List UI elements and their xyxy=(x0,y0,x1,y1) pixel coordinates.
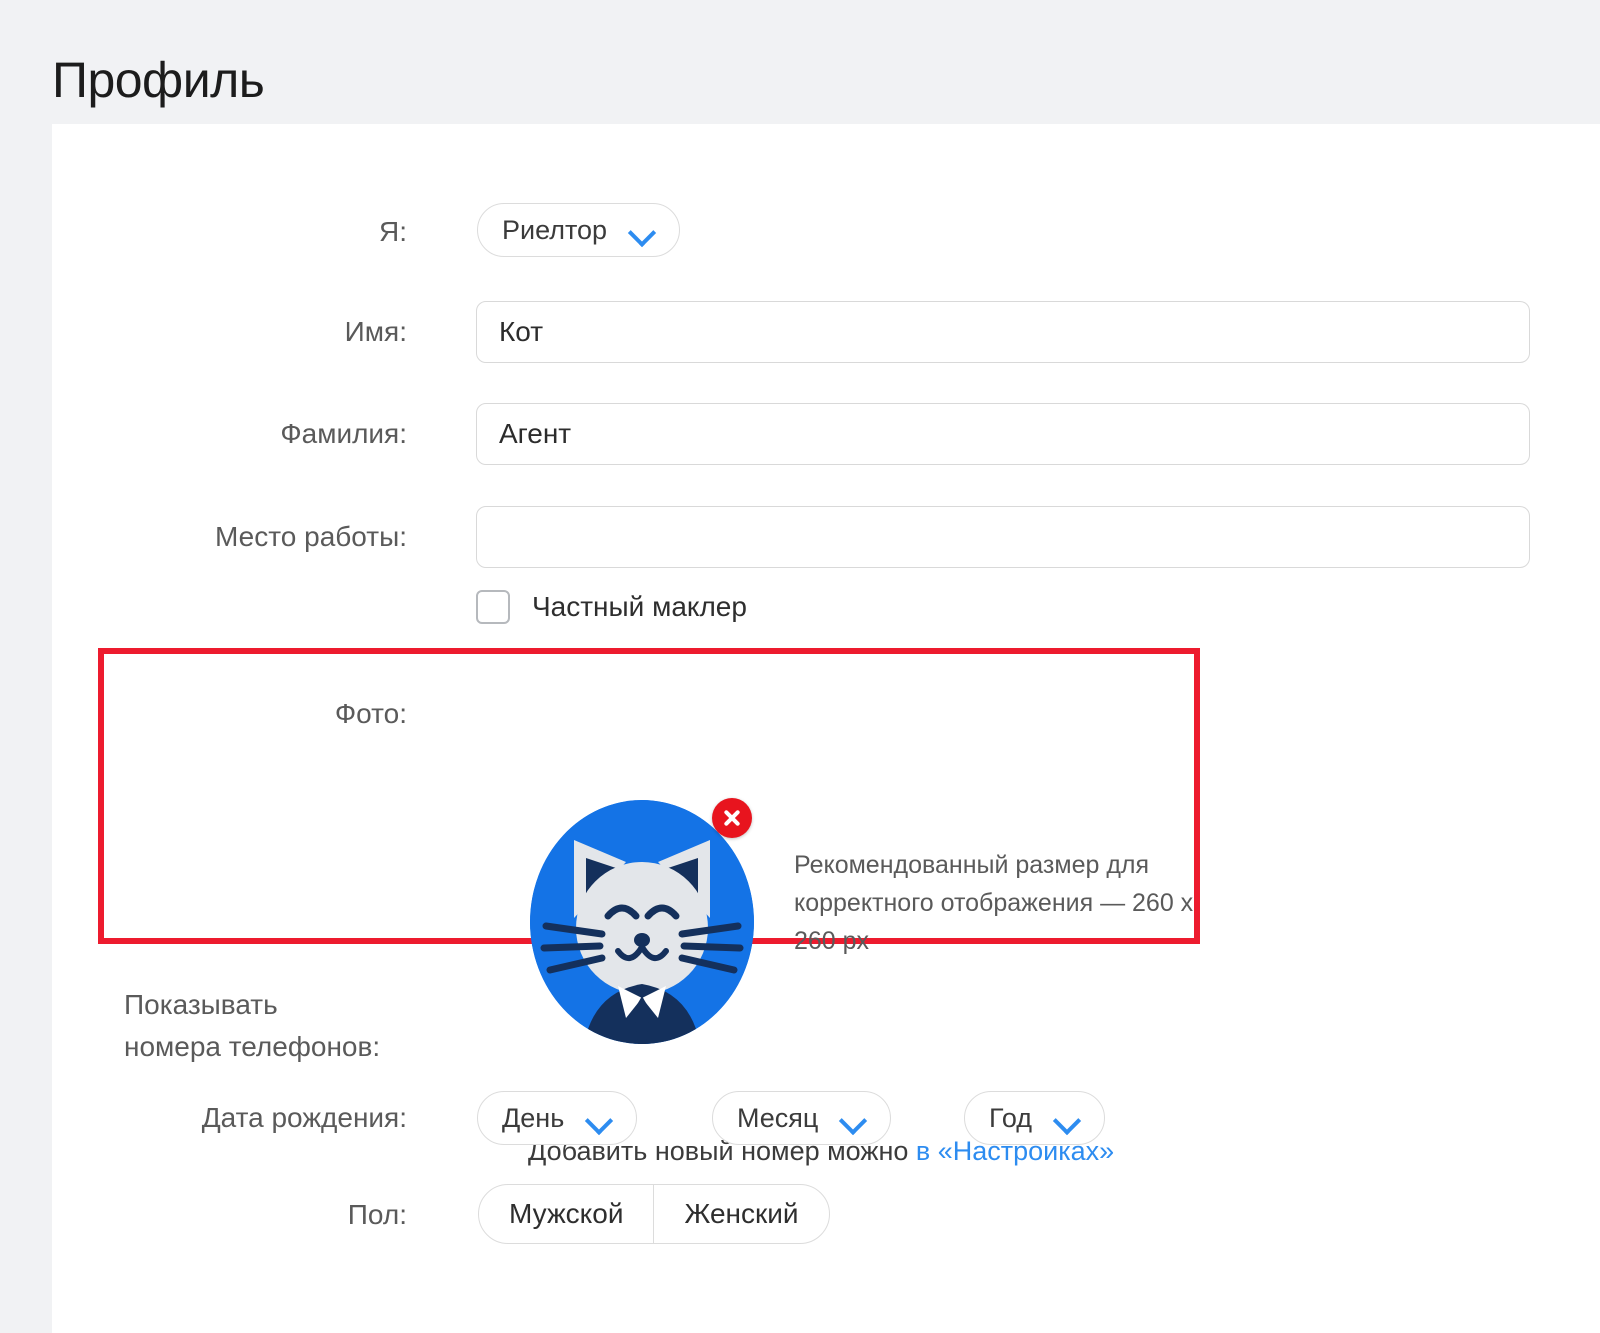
cat-avatar[interactable] xyxy=(530,800,754,1044)
first-name-input[interactable] xyxy=(476,301,1530,363)
workplace-label: Место работы: xyxy=(52,519,407,555)
chevron-down-icon xyxy=(629,223,655,238)
last-name-input[interactable] xyxy=(476,403,1530,465)
birth-day-dropdown[interactable]: День xyxy=(477,1091,637,1145)
birth-year-value: Год xyxy=(989,1103,1032,1134)
gender-segmented-control[interactable]: Мужской Женский xyxy=(478,1184,830,1244)
birth-month-dropdown[interactable]: Месяц xyxy=(712,1091,891,1145)
private-broker-checkbox[interactable] xyxy=(476,590,510,624)
chevron-down-icon xyxy=(586,1111,612,1126)
birthdate-label: Дата рождения: xyxy=(52,1100,407,1136)
gender-option-male[interactable]: Мужской xyxy=(479,1185,653,1243)
last-name-label: Фамилия: xyxy=(52,416,407,452)
birth-year-dropdown[interactable]: Год xyxy=(964,1091,1105,1145)
role-label: Я: xyxy=(52,214,407,250)
role-dropdown-value: Риелтор xyxy=(502,215,607,246)
private-broker-checkbox-row[interactable]: Частный маклер xyxy=(476,590,747,624)
workplace-input[interactable] xyxy=(476,506,1530,568)
birth-day-value: День xyxy=(502,1103,564,1134)
page-title: Профиль xyxy=(52,50,264,110)
first-name-label: Имя: xyxy=(52,314,407,350)
photo-label: Фото: xyxy=(52,696,407,732)
profile-page: Профиль Я: Риелтор Имя: Фамилия: Место р… xyxy=(0,0,1600,1333)
photo-size-hint: Рекомендованный размер для корректного о… xyxy=(794,846,1194,960)
chevron-down-icon xyxy=(1054,1111,1080,1126)
gender-label: Пол: xyxy=(52,1197,407,1233)
close-icon[interactable] xyxy=(712,798,752,838)
gender-option-female[interactable]: Женский xyxy=(653,1185,828,1243)
profile-form-panel: Я: Риелтор Имя: Фамилия: Место работы: Ч… xyxy=(52,124,1600,1333)
role-dropdown[interactable]: Риелтор xyxy=(477,203,680,257)
phones-label: Показывать номера телефонов: xyxy=(124,984,464,1068)
chevron-down-icon xyxy=(840,1111,866,1126)
photo-avatar-wrap[interactable] xyxy=(530,800,754,1044)
private-broker-label: Частный маклер xyxy=(532,591,747,623)
phones-label-line1: Показывать xyxy=(124,989,278,1020)
birth-month-value: Месяц xyxy=(737,1103,818,1134)
phones-label-line2: номера телефонов: xyxy=(124,1031,380,1062)
